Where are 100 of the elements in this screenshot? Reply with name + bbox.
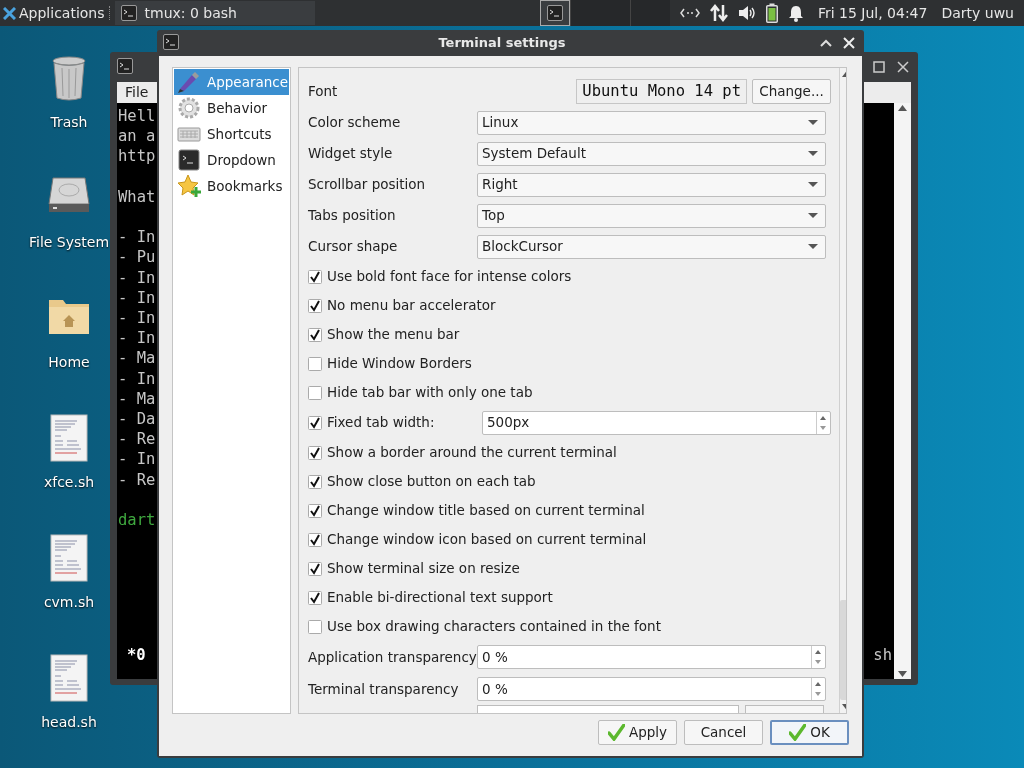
change-font-button[interactable]: Change... [752,79,831,104]
scroll-down-icon[interactable] [898,671,907,677]
terminal-line: - Da [118,409,156,430]
network-icon[interactable] [679,7,700,19]
field-label: Font [308,82,339,102]
checkbox[interactable] [308,561,322,576]
dropdown[interactable]: Right [477,172,826,197]
category-item[interactable]: Bookmarks [174,173,289,199]
terminal-line: dart [118,510,156,531]
category-item[interactable]: Shortcuts [174,121,289,147]
terminal-line: - Re [118,429,156,450]
checkbox[interactable] [308,619,322,634]
terminal-icon[interactable] [546,5,563,21]
terminal-line: - Pu [118,247,156,268]
checkbox[interactable] [308,532,322,547]
caret-icon [808,150,818,157]
terminal-icon[interactable] [163,34,181,52]
category-item[interactable]: Behavior [174,95,289,121]
desktop-icon-label[interactable]: Trash [50,112,88,133]
text-file-icon[interactable] [47,414,91,462]
caret-icon [808,243,818,250]
checkbox[interactable] [308,356,322,371]
checkbox-label: Hide tab bar with only one tab [327,383,533,403]
category-item[interactable]: Dropdown [174,147,289,173]
menu-item[interactable]: File [117,82,157,103]
checkbox[interactable] [308,474,322,489]
taskbar-button[interactable]: tmux: 0 bash [114,1,315,25]
volume-icon[interactable] [737,5,756,21]
collapse-icon[interactable] [820,39,832,47]
desktop-icon-label[interactable]: cvm.sh [43,592,95,613]
desktop-icon-label[interactable]: head.sh [41,712,97,733]
cancel-button[interactable]: Cancel [684,720,763,745]
applications-menu[interactable]: Applications [0,0,109,26]
field-label: Cursor shape [308,237,399,257]
workspace-pager[interactable] [539,0,670,26]
user-name[interactable]: Darty uwu [941,2,1014,24]
text-file-icon[interactable] [47,534,91,582]
terminal-line: - In [118,267,156,288]
star-plus-icon [177,174,201,198]
checkmark-icon [789,724,807,741]
checkbox-label: Change window title based on current terminal [327,501,645,521]
apply-button[interactable]: Apply [598,720,677,745]
desktop-icon-label[interactable]: xfce.sh [43,472,95,493]
checkbox-label: Show the menu bar [327,325,460,345]
caret-icon [808,119,818,126]
checkbox-label: Use bold font face for intense colors [327,267,572,287]
desktop-icon-label[interactable]: Home [48,352,90,373]
spin-box[interactable]: 0 % [477,645,826,669]
desktop-icon-label[interactable]: File System [28,232,110,253]
checkbox-label: Show a border around the current terminal [327,443,617,463]
checkbox-label: Show terminal size on resize [327,559,520,579]
checkbox-label: Show close button on each tab [327,472,536,492]
notification-bell-icon[interactable] [787,4,804,22]
text-file-icon[interactable] [47,654,91,702]
battery-icon[interactable] [765,3,778,23]
spin-box[interactable]: 0 % [477,677,826,701]
checkbox[interactable] [308,327,322,342]
dropdown[interactable]: Linux [477,110,826,135]
terminal-icon [177,148,201,172]
tmux-status-text: sh [873,644,892,665]
field-label: Color scheme [308,113,402,133]
checkmark-icon [607,724,625,741]
checkbox[interactable] [308,590,322,605]
dropdown[interactable]: BlockCursor [477,234,826,259]
checkbox[interactable] [308,445,322,460]
transfer-arrows-icon[interactable] [709,4,728,22]
terminal-icon[interactable] [117,58,135,76]
checkbox-label: Hide Window Borders [327,354,472,374]
scrollbar[interactable] [894,103,911,679]
terminal-line: - In [118,368,156,389]
caret-icon [808,181,818,188]
maximize-icon[interactable] [873,61,885,73]
checkbox-label: Fixed tab width: [327,413,436,433]
checkbox-label: No menu bar accelerator [327,296,496,316]
checkbox[interactable] [308,269,322,284]
gear-icon [177,96,201,120]
checkbox[interactable] [308,503,322,518]
terminal-line: - Re [118,469,156,490]
close-icon[interactable] [897,61,909,73]
checkbox[interactable] [308,298,322,313]
field-label: Widget style [308,144,394,164]
checkbox[interactable] [308,385,322,400]
checkbox[interactable] [308,415,322,430]
terminal-line: - In [118,227,156,248]
terminal-icon [120,5,137,21]
clock[interactable]: Fri 15 Jul, 04:47 [817,2,928,24]
tmux-window-label: *0 [127,644,146,665]
dropdown[interactable]: System Default [477,141,826,166]
terminal-line: What [118,186,156,207]
field-label: Tabs position [308,206,397,226]
input-field[interactable] [477,705,739,713]
dropdown[interactable]: Top [477,203,826,228]
x-logo-icon [3,6,16,20]
field-label: Application transparency [308,647,477,667]
spin-box[interactable]: 500px [482,410,831,435]
scroll-up-icon[interactable] [898,105,907,111]
ok-button[interactable]: OK [770,720,849,745]
font-preview: Ubuntu Mono 14 pt [576,79,747,104]
terminal-line: - In [118,308,156,329]
terminal-line: - In [118,287,156,308]
